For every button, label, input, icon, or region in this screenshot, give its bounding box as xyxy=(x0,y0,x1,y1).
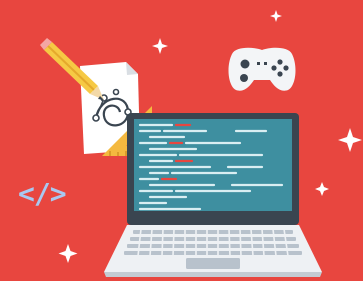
laptop-trackpad xyxy=(186,258,240,269)
illustration xyxy=(0,0,363,281)
code-tag-icon: </> xyxy=(18,177,67,210)
laptop-icon xyxy=(104,113,322,277)
